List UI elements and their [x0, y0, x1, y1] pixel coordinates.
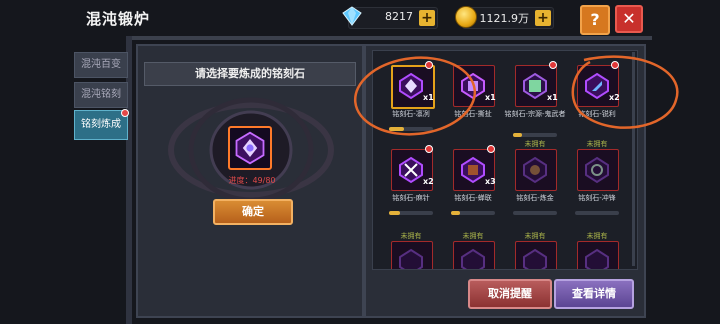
- gem-icon: [523, 72, 547, 100]
- diamond-icon: [342, 6, 362, 26]
- not-owned-label: 未拥有: [400, 232, 422, 240]
- stone-progress-bar: [389, 211, 433, 215]
- gold-amount: 1121.9万: [479, 12, 530, 25]
- view-details-button[interactable]: 查看详情: [554, 279, 634, 309]
- stone-quantity: x1: [485, 93, 496, 102]
- selection-header: 请选择要炼成的铭刻石: [144, 62, 356, 86]
- left-rail: [126, 36, 132, 324]
- gem-icon: [461, 248, 485, 269]
- confirm-button[interactable]: 确定: [213, 199, 293, 225]
- add-gems-button[interactable]: +: [419, 10, 435, 26]
- gem-icon: [399, 156, 423, 184]
- stone-progress-bar: [575, 211, 619, 215]
- help-button[interactable]: ?: [580, 5, 610, 35]
- not-owned-label: 未拥有: [586, 140, 608, 148]
- inscription-stone-icon: [235, 131, 265, 165]
- gem-icon: [585, 248, 609, 269]
- stone-quantity: x3: [485, 177, 496, 186]
- gem-icon: [399, 248, 423, 269]
- stone-progress-bar: [513, 211, 557, 215]
- stone-quantity: x1: [547, 93, 558, 102]
- stone-name: 铭刻石-宗源-鬼武者: [504, 110, 566, 118]
- annotation-circle: [571, 55, 679, 129]
- stone-name: 铭刻石-炼金: [516, 194, 554, 202]
- gem-icon: [585, 156, 609, 184]
- tab-chaos-transform[interactable]: 混沌百变: [74, 52, 128, 78]
- tab-inscription-forge[interactable]: 铭刻炼成: [74, 110, 128, 140]
- top-divider: [132, 36, 652, 40]
- stone-name: 铭刻石-冲锋: [578, 194, 616, 202]
- stone-name: 铭刻石-麻针: [392, 194, 430, 202]
- stone-name: 铭刻石-蝉联: [454, 194, 492, 202]
- not-owned-label: 未拥有: [524, 140, 546, 148]
- stone-quantity: x2: [423, 177, 434, 186]
- cancel-reminder-button[interactable]: 取消提醒: [468, 279, 552, 309]
- not-owned-label: 未拥有: [586, 232, 608, 240]
- gold-counter: 1121.9万 +: [455, 6, 554, 29]
- gem-counter: 8217 +: [342, 6, 438, 29]
- not-owned-label: 未拥有: [462, 232, 484, 240]
- tab-notification-dot: [121, 109, 129, 117]
- gem-icon: [523, 248, 547, 269]
- tab-chaos-inscribe[interactable]: 混沌铭刻: [74, 82, 128, 108]
- selected-stone-slot[interactable]: [228, 126, 272, 170]
- close-button[interactable]: ✕: [615, 5, 643, 33]
- annotation-circle: [353, 56, 477, 136]
- not-owned-label: 未拥有: [524, 232, 546, 240]
- gem-amount: 8217: [385, 10, 413, 23]
- gold-coin-icon: [455, 6, 477, 28]
- stone-progress-bar: [451, 211, 495, 215]
- forge-progress: 进度：49/80: [228, 176, 276, 185]
- gem-icon: [461, 156, 485, 184]
- gem-icon: [523, 156, 547, 184]
- page-title: 混沌锻炉: [86, 10, 151, 28]
- stone-progress-bar: [513, 133, 557, 137]
- add-gold-button[interactable]: +: [535, 10, 551, 26]
